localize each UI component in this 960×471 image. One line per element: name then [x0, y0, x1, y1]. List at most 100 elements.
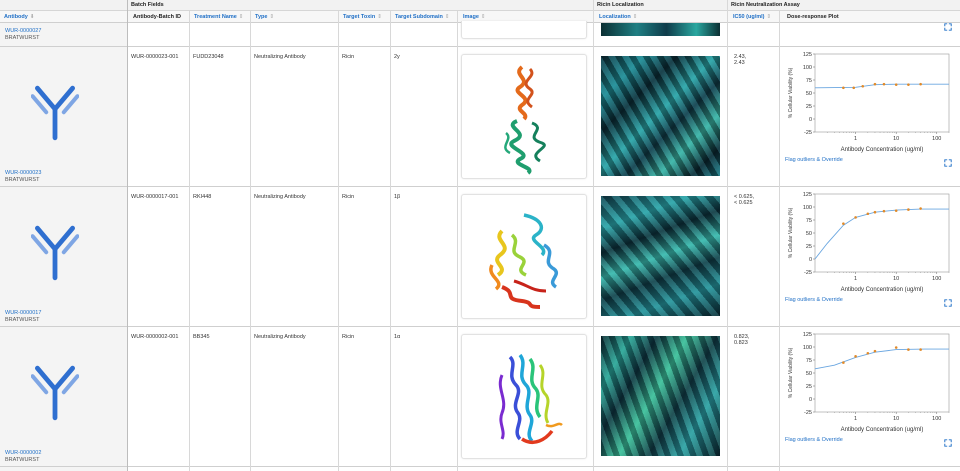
antibody-id-link[interactable]: WUR-0000027 — [5, 28, 41, 34]
y-tick-label: 50 — [806, 231, 812, 237]
y-tick-label: 75 — [806, 78, 812, 84]
data-point — [907, 348, 910, 351]
antibody-icon — [31, 85, 79, 141]
structure-thumb-partial[interactable] — [461, 21, 587, 39]
y-tick-label: 25 — [806, 244, 812, 250]
protein-structure-image — [504, 65, 546, 175]
microscopy-thumbnail[interactable] — [601, 336, 720, 456]
protein-structure-image — [489, 213, 559, 309]
data-point — [852, 86, 856, 90]
sort-desc-icon: ⬇ — [29, 14, 35, 20]
data-point — [866, 351, 870, 355]
expand-icon[interactable] — [944, 299, 952, 307]
table-row-partial: WUR-0000027 BRATWURST — [0, 21, 960, 47]
data-point — [919, 207, 922, 210]
y-tick-label: 125 — [803, 192, 812, 198]
flag-outliers-link[interactable]: Flag outliers & Override — [785, 437, 843, 443]
antibody-project: BRATWURST — [5, 177, 40, 183]
col-header-antibody[interactable]: Antibody ⬇ — [0, 11, 127, 23]
header-group-localization: Ricin Localization — [593, 0, 727, 11]
column-divider — [779, 11, 780, 471]
expand-icon[interactable] — [944, 159, 952, 167]
antibody-id-link[interactable]: WUR-0000002 — [5, 450, 41, 456]
plot-frame — [814, 53, 950, 133]
microscopy-thumbnail[interactable] — [601, 56, 720, 176]
antibody-id-link[interactable]: WUR-0000023 — [5, 170, 41, 176]
data-point — [854, 216, 857, 219]
col-header-subdomain[interactable]: Target Subdomain ⇕ — [391, 11, 449, 23]
table-row: WUR-0000017 BRATWURST WUR-0000017-001 RK… — [0, 187, 960, 327]
x-axis-label: Antibody Concentration (ug/ml) — [841, 287, 924, 293]
target-subdomain: 2y — [394, 54, 400, 60]
target-toxin: Ricin — [342, 194, 355, 200]
sort-icon: ⇕ — [238, 14, 244, 20]
flag-outliers-link[interactable]: Flag outliers & Override — [785, 297, 843, 303]
target-toxin: Ricin — [342, 334, 355, 340]
ic50-value: 0.823 — [734, 340, 748, 346]
expand-icon[interactable] — [944, 439, 952, 447]
header-group-batch: Batch Fields — [127, 0, 593, 11]
y-tick-label: 25 — [806, 384, 812, 390]
microscopy-thumb-partial[interactable] — [601, 23, 720, 36]
assay-table: Batch Fields Ricin Localization Ricin Ne… — [0, 0, 960, 471]
expand-icon[interactable] — [944, 23, 952, 31]
col-header-treatment[interactable]: Treatment Name ⇕ — [190, 11, 243, 23]
structure-thumbnail[interactable] — [461, 54, 587, 179]
data-point — [873, 82, 877, 86]
col-header-batch-id[interactable]: Antibody-Batch ID — [129, 11, 181, 23]
y-tick-label: 100 — [803, 65, 812, 71]
col-header-dose[interactable]: Dose-response Plot — [783, 11, 839, 23]
y-axis-label: % Cellular Viability (%) — [788, 67, 794, 118]
column-divider — [127, 0, 128, 471]
x-axis-label: Antibody Concentration (ug/ml) — [841, 427, 924, 433]
plot-frame — [814, 193, 950, 273]
structure-thumbnail[interactable] — [461, 194, 587, 319]
data-point — [894, 209, 898, 212]
dose-response-plot: -25 0 25 50 75 100 125 1 10 100 Antibody Concentra… — [788, 52, 950, 153]
x-tick-label: 1 — [854, 136, 857, 142]
treatment-name: FUDD23048 — [193, 54, 224, 60]
sort-icon: ⇕ — [377, 14, 382, 20]
data-point — [861, 84, 865, 88]
antibody-project: BRATWURST — [5, 317, 40, 323]
data-point — [882, 82, 886, 86]
y-axis-label: % Cellular Viability (%) — [788, 207, 794, 258]
data-point — [873, 349, 877, 353]
table-row: WUR-0000023 BRATWURST WUR-0000023-001 FU… — [0, 47, 960, 187]
sort-icon: ⇕ — [480, 14, 486, 20]
column-divider — [727, 0, 728, 471]
batch-id: WUR-0000017-001 — [131, 194, 179, 200]
batch-id: WUR-0000023-001 — [131, 54, 179, 60]
col-header-toxin[interactable]: Target Toxin ⇕ — [339, 11, 382, 23]
protein-structure-image — [498, 353, 563, 444]
col-header-type[interactable]: Type ⇕ — [251, 11, 274, 23]
column-divider — [593, 0, 594, 471]
antibody-id-link[interactable]: WUR-0000017 — [5, 310, 41, 316]
y-tick-label: -25 — [804, 410, 812, 416]
treatment-name: RKI448 — [193, 194, 212, 200]
structure-thumbnail[interactable] — [461, 334, 587, 459]
col-header-ic50[interactable]: IC50 (ug/ml) ⇕ — [729, 11, 771, 23]
column-divider — [250, 11, 251, 471]
antibody-project: BRATWURST — [5, 457, 40, 463]
data-point — [882, 209, 886, 213]
microscopy-thumbnail[interactable] — [601, 196, 720, 316]
data-point — [873, 210, 877, 214]
x-tick-label: 10 — [893, 276, 899, 282]
y-tick-label: 0 — [809, 117, 812, 123]
col-header-localization[interactable]: Localization ⇕ — [595, 11, 637, 23]
table-row: WUR-0000002 BRATWURST WUR-0000002-001 BB… — [0, 327, 960, 467]
x-tick-label: 1 — [854, 276, 857, 282]
antibody-icon — [31, 225, 79, 281]
y-tick-label: 125 — [803, 332, 812, 338]
data-point — [842, 86, 845, 90]
data-point — [866, 212, 870, 216]
x-tick-label: 10 — [893, 136, 899, 142]
target-toxin: Ricin — [342, 54, 355, 60]
target-subdomain: 1β — [394, 194, 401, 200]
x-tick-label: 10 — [893, 416, 899, 422]
y-tick-label: 75 — [806, 218, 812, 224]
flag-outliers-link[interactable]: Flag outliers & Override — [785, 157, 843, 163]
dose-response-plot: -25 0 25 50 75 100 125 1 10 100 Antibody Concentra… — [788, 332, 950, 433]
y-tick-label: -25 — [804, 270, 812, 276]
